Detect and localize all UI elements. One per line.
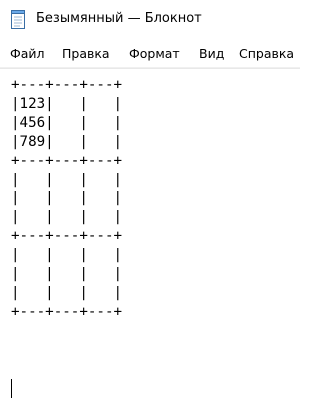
window-title: Безымянный — Блокнот — [36, 11, 202, 26]
notepad-window: Безымянный — Блокнот Файл Правка Формат … — [0, 0, 300, 404]
menu-file[interactable]: Файл — [10, 44, 45, 63]
text-caret — [11, 379, 12, 398]
menu-bar: Файл Правка Формат Вид Справка — [0, 38, 300, 68]
menu-help[interactable]: Справка — [239, 44, 294, 63]
title-bar[interactable]: Безымянный — Блокнот — [0, 0, 300, 38]
editor-text[interactable]: +---+---+---+ |123| | | |456| | | |789| … — [11, 76, 122, 322]
menu-edit[interactable]: Правка — [62, 44, 110, 63]
text-editor[interactable]: +---+---+---+ |123| | | |456| | | |789| … — [0, 68, 300, 404]
notepad-icon — [10, 10, 26, 29]
menu-format[interactable]: Формат — [129, 44, 180, 63]
menu-view[interactable]: Вид — [199, 44, 224, 63]
